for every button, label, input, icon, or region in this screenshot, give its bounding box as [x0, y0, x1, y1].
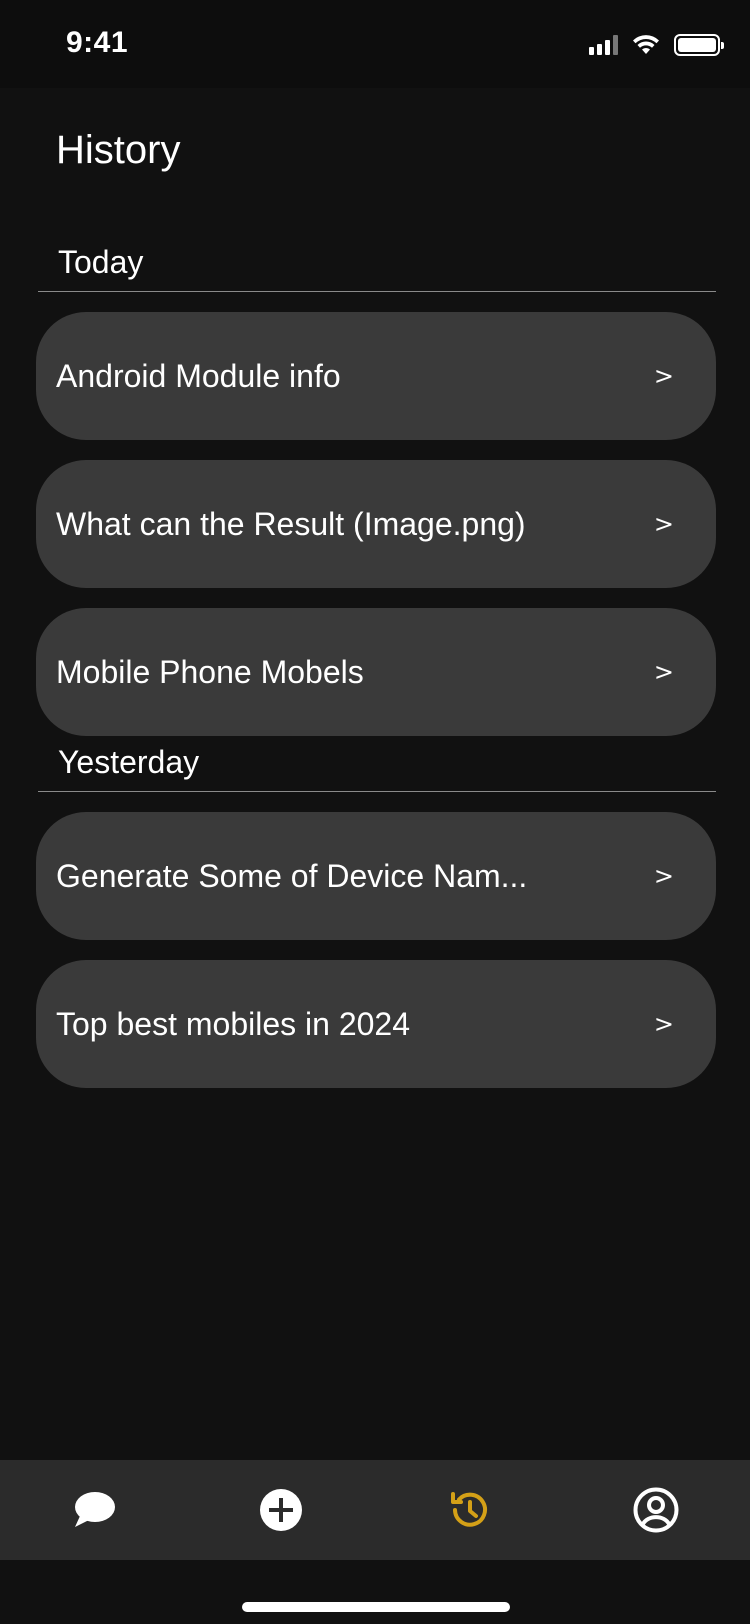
tab-bar — [0, 1460, 750, 1560]
history-item-title: Mobile Phone Mobels — [56, 653, 364, 690]
status-bar: 9:41 — [0, 0, 750, 88]
tab-profile[interactable] — [626, 1480, 686, 1540]
profile-icon — [633, 1487, 679, 1533]
history-item-title: What can the Result (Image.png) — [56, 505, 526, 542]
tab-new-chat[interactable] — [251, 1480, 311, 1540]
history-item[interactable]: Generate Some of Device Nam... > — [36, 812, 716, 940]
section-divider — [38, 791, 716, 792]
history-item-title: Android Module info — [56, 357, 341, 394]
history-item[interactable]: What can the Result (Image.png) > — [36, 460, 716, 588]
wifi-icon — [633, 35, 659, 54]
section-divider — [38, 291, 716, 292]
history-icon — [450, 1492, 487, 1527]
chevron-right-icon: > — [653, 862, 674, 890]
battery-icon — [674, 34, 724, 56]
history-item[interactable]: Android Module info > — [36, 312, 716, 440]
chevron-right-icon: > — [653, 510, 674, 538]
history-item[interactable]: Top best mobiles in 2024 > — [36, 960, 716, 1088]
status-icons — [589, 34, 724, 56]
chevron-right-icon: > — [653, 658, 674, 686]
chat-bubble-icon — [74, 1492, 115, 1527]
history-item-title: Top best mobiles in 2024 — [56, 1005, 410, 1042]
chevron-right-icon: > — [653, 362, 674, 390]
plus-circle-icon — [260, 1489, 303, 1531]
history-item[interactable]: Mobile Phone Mobels > — [36, 608, 716, 736]
cellular-signal-icon — [589, 35, 618, 55]
home-indicator[interactable] — [242, 1602, 510, 1612]
chevron-right-icon: > — [653, 1010, 674, 1038]
page-title: History — [56, 128, 181, 172]
history-item-title: Generate Some of Device Nam... — [56, 857, 528, 894]
status-time: 9:41 — [66, 26, 129, 59]
tab-history[interactable] — [439, 1480, 499, 1540]
section-label-today: Today — [58, 244, 144, 280]
tab-chat[interactable] — [64, 1480, 124, 1540]
section-label-yesterday: Yesterday — [58, 744, 200, 780]
